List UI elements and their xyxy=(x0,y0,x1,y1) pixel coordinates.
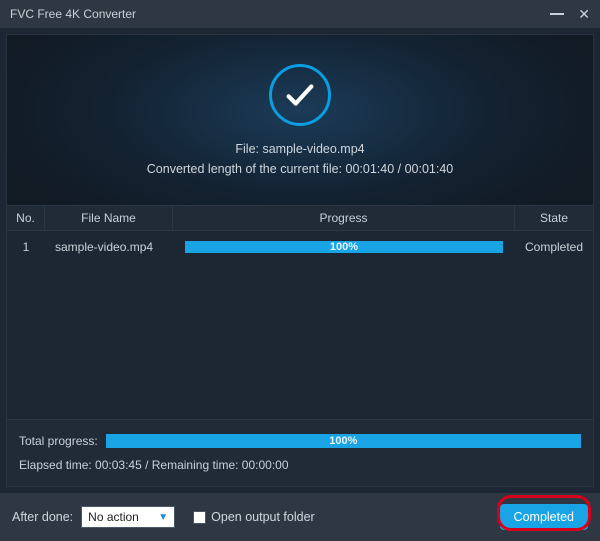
row-progress-cell: 100% xyxy=(173,231,515,263)
col-header-no: No. xyxy=(7,206,45,230)
window-controls: ✕ xyxy=(550,7,590,21)
window-title: FVC Free 4K Converter xyxy=(10,7,136,21)
chevron-down-icon: ▼ xyxy=(158,512,168,523)
status-hero: File: sample-video.mp4 Converted length … xyxy=(7,35,593,205)
close-icon[interactable]: ✕ xyxy=(578,7,590,21)
total-progress-label: Total progress: xyxy=(19,434,98,448)
app-window: FVC Free 4K Converter ✕ File: sample-vid… xyxy=(0,0,600,541)
row-number: 1 xyxy=(7,231,45,263)
total-progress-value: 100% xyxy=(329,435,357,447)
col-header-progress: Progress xyxy=(173,206,515,230)
total-progress-line: Total progress: 100% xyxy=(19,434,581,448)
total-progress-track: 100% xyxy=(106,434,581,448)
summary-panel: Total progress: 100% Elapsed time: 00:03… xyxy=(7,419,593,486)
after-done-value: No action xyxy=(88,510,139,524)
table-header: No. File Name Progress State xyxy=(7,205,593,231)
row-progress-label: 100% xyxy=(330,241,358,253)
after-done-select[interactable]: No action ▼ xyxy=(81,506,175,528)
row-progress-track: 100% xyxy=(185,241,503,253)
completed-button-label: Completed xyxy=(514,510,574,524)
table-row: 1 sample-video.mp4 100% Completed xyxy=(7,231,593,263)
checkbox-icon xyxy=(193,511,206,524)
col-header-name: File Name xyxy=(45,206,173,230)
content-area: File: sample-video.mp4 Converted length … xyxy=(6,34,594,487)
table-body: 1 sample-video.mp4 100% Completed xyxy=(7,231,593,419)
row-filename: sample-video.mp4 xyxy=(45,231,173,263)
timing-line: Elapsed time: 00:03:45 / Remaining time:… xyxy=(19,458,581,472)
col-header-state: State xyxy=(515,206,593,230)
checkmark-circle-icon xyxy=(269,64,331,126)
footer-left: After done: No action ▼ Open output fold… xyxy=(12,506,315,528)
row-state: Completed xyxy=(515,231,593,263)
after-done-label: After done: xyxy=(12,510,73,524)
footer-bar: After done: No action ▼ Open output fold… xyxy=(0,493,600,541)
hero-converted-line: Converted length of the current file: 00… xyxy=(147,162,453,176)
completed-button[interactable]: Completed xyxy=(500,504,588,530)
titlebar: FVC Free 4K Converter ✕ xyxy=(0,0,600,28)
hero-file-line: File: sample-video.mp4 xyxy=(235,142,364,156)
minimize-icon[interactable] xyxy=(550,13,564,15)
open-folder-label: Open output folder xyxy=(211,510,315,524)
open-folder-checkbox[interactable]: Open output folder xyxy=(193,510,315,524)
